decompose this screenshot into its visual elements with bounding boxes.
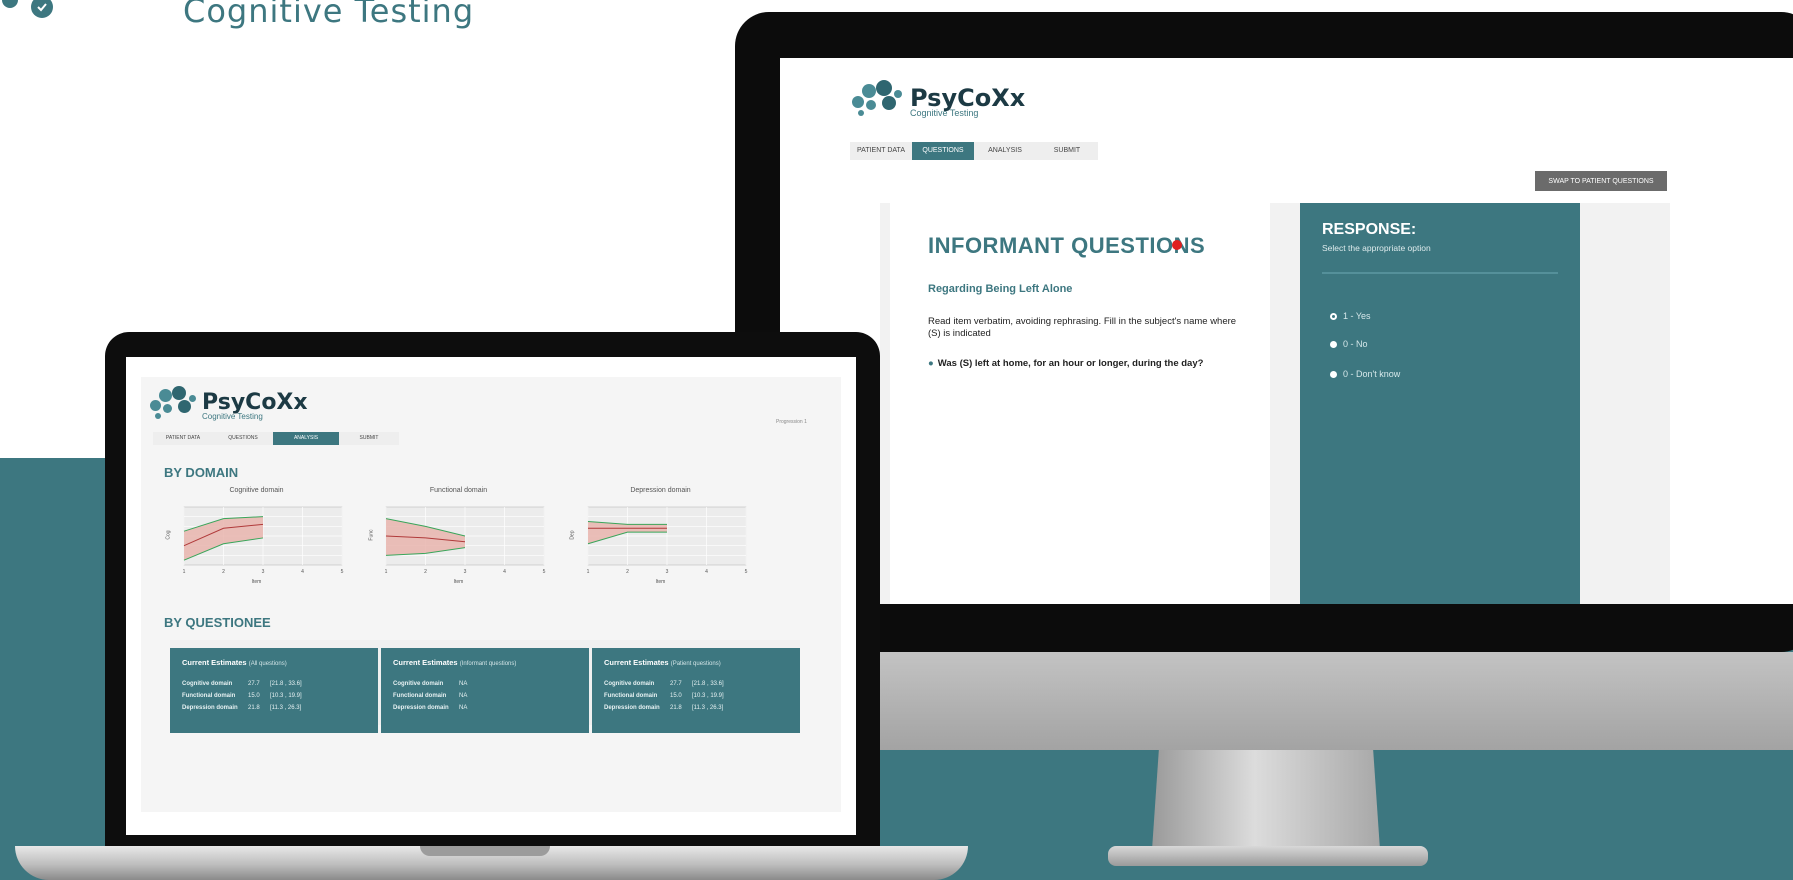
desktop-monitor-chin — [735, 652, 1793, 750]
desktop-monitor-base — [1108, 846, 1428, 866]
laptop-screen: PsyCoXx Cognitive Testing PATIENT DATA Q… — [126, 357, 856, 835]
x-tick-label: 2 — [424, 569, 427, 575]
tab-analysis[interactable]: ANALYSIS — [273, 432, 339, 445]
desktop-tab-bar: PATIENT DATA QUESTIONS ANALYSIS SUBMIT — [850, 142, 1098, 160]
response-panel: RESPONSE: Select the appropriate option … — [1300, 203, 1580, 604]
tab-patient-data[interactable]: PATIENT DATA — [153, 432, 213, 445]
tab-submit[interactable]: SUBMIT — [1036, 142, 1098, 160]
chart-ylabel: Dep — [569, 530, 576, 540]
question-section: Regarding Being Left Alone — [928, 283, 1073, 295]
chart-ylabel: Cog — [165, 530, 172, 540]
radio-icon[interactable] — [1330, 340, 1337, 348]
laptop-notch — [420, 846, 550, 856]
tab-analysis[interactable]: ANALYSIS — [974, 142, 1036, 160]
x-tick-label: 1 — [385, 569, 388, 575]
x-tick-label: 2 — [626, 569, 629, 575]
estimate-row: Depression domain 21.8 [11.3 , 26.3] — [604, 705, 724, 711]
app-logo: PsyCoXx Cognitive Testing — [852, 78, 1025, 118]
tab-questions[interactable]: QUESTIONS — [213, 432, 273, 445]
progress-text: Progression 1 — [776, 419, 807, 425]
status-indicator-icon — [1172, 240, 1182, 250]
estimate-row: Cognitive domain 27.7 [21.8 , 33.6] — [604, 681, 724, 687]
x-tick-label: 2 — [222, 569, 225, 575]
estimate-row: Cognitive domain 27.7 [21.8 , 33.6] — [182, 681, 302, 687]
app-logo: PsyCoXx Cognitive Testing — [150, 384, 308, 421]
response-option-dont-know[interactable]: 0 - Don't know — [1330, 369, 1400, 379]
estimates-card-informant: Current Estimates (Informant questions) … — [381, 648, 589, 733]
logo-subtitle: Cognitive Testing — [202, 412, 263, 421]
tab-submit[interactable]: SUBMIT — [339, 432, 399, 445]
tab-questions[interactable]: QUESTIONS — [912, 142, 974, 160]
estimate-row: Cognitive domain NA — [393, 681, 468, 687]
chart-xlabel: Item — [453, 579, 464, 585]
estimates-card-patient: Current Estimates (Patient questions) Co… — [592, 648, 800, 733]
chart-plot: 1 2 3 4 5 — [587, 506, 748, 575]
response-option-label: 0 - Don't know — [1343, 369, 1401, 379]
chart-title: Cognitive domain — [229, 487, 284, 494]
response-option-no[interactable]: 0 - No — [1330, 339, 1368, 349]
chart-cognitive-domain: Cognitive domain Cog Item 1 2 3 4 5 — [164, 487, 349, 587]
question-text: ● Was (S) left at home, for an hour or lo… — [928, 358, 1203, 369]
check-bullet-icon — [2, 0, 18, 8]
question-title: INFORMANT QUESTIONS — [928, 233, 1206, 258]
response-divider — [1322, 272, 1558, 274]
response-subtitle: Select the appropriate option — [1322, 243, 1431, 253]
x-tick-label: 4 — [705, 569, 708, 575]
desktop-screen: PsyCoXx Cognitive Testing PATIENT DATA Q… — [780, 58, 1793, 604]
estimates-section: Current Estimates (All questions) Cognit… — [170, 640, 800, 733]
chart-functional-domain: Functional domain Func Item 1 2 3 4 5 — [366, 487, 551, 587]
question-panel: INFORMANT QUESTIONS Regarding Being Left… — [880, 203, 1670, 604]
estimates-card-all: Current Estimates (All questions) Cognit… — [170, 648, 378, 733]
chart-ylabel: Func — [368, 529, 375, 541]
chart-xlabel: Item — [655, 579, 666, 585]
question-card: INFORMANT QUESTIONS Regarding Being Left… — [890, 203, 1270, 604]
x-tick-label: 5 — [543, 569, 546, 575]
x-tick-label: 5 — [745, 569, 748, 575]
laptop-tab-bar: PATIENT DATA QUESTIONS ANALYSIS SUBMIT — [153, 432, 399, 445]
x-tick-label: 3 — [262, 569, 265, 575]
estimates-title: Current Estimates (Patient questions) — [604, 658, 721, 667]
x-tick-label: 4 — [503, 569, 506, 575]
radio-icon[interactable] — [1330, 370, 1337, 378]
bullet-icon: ● — [928, 358, 934, 369]
logo-bubbles-icon — [852, 78, 904, 118]
chart-xlabel: Item — [251, 579, 262, 585]
by-questionee-heading: BY QUESTIONEE — [164, 615, 271, 630]
x-tick-label: 3 — [666, 569, 669, 575]
logo-bubbles-icon — [150, 384, 198, 420]
estimate-row: Depression domain 21.8 [11.3 , 26.3] — [182, 705, 302, 711]
estimates-title: Current Estimates (All questions) — [182, 658, 287, 667]
response-option-label: 0 - No — [1343, 339, 1368, 349]
estimate-row: Functional domain NA — [393, 693, 468, 699]
question-text-label: Was (S) left at home, for an hour or lon… — [937, 358, 1204, 369]
tab-patient-data[interactable]: PATIENT DATA — [850, 142, 912, 160]
chart-title: Depression domain — [630, 487, 691, 494]
estimate-row: Depression domain NA — [393, 705, 468, 711]
x-tick-label: 3 — [464, 569, 467, 575]
estimate-row: Functional domain 15.0 [10.3 , 19.9] — [182, 693, 302, 699]
x-tick-label: 5 — [341, 569, 344, 575]
logo-name: PsyCoXx — [202, 389, 308, 415]
estimate-row: Functional domain 15.0 [10.3 , 19.9] — [604, 693, 724, 699]
response-option-yes[interactable]: 1 - Yes — [1330, 311, 1371, 321]
chart-depression-domain: Depression domain Dep Item 1 2 3 4 5 — [568, 487, 753, 587]
chart-plot: 1 2 3 4 5 — [385, 506, 546, 575]
estimates-title: Current Estimates (Informant questions) — [393, 658, 517, 667]
x-tick-label: 1 — [183, 569, 186, 575]
chart-plot: 1 2 3 4 5 — [183, 506, 344, 575]
logo-subtitle: Cognitive Testing — [910, 108, 979, 118]
swap-to-patient-questions-button[interactable]: SWAP TO PATIENT QUESTIONS — [1535, 171, 1667, 191]
by-domain-heading: BY DOMAIN — [164, 465, 239, 480]
response-title: RESPONSE: — [1322, 221, 1417, 238]
desktop-monitor-stand — [1152, 750, 1380, 850]
page-tagline: Cognitive Testing — [183, 0, 475, 30]
response-option-label: 1 - Yes — [1343, 311, 1371, 321]
question-instruction: Read item verbatim, avoiding rephrasing.… — [928, 316, 1237, 339]
x-tick-label: 1 — [587, 569, 590, 575]
radio-selected-icon[interactable] — [1330, 312, 1337, 320]
check-circle-icon — [31, 0, 53, 18]
x-tick-label: 4 — [301, 569, 304, 575]
chart-title: Functional domain — [429, 487, 488, 494]
